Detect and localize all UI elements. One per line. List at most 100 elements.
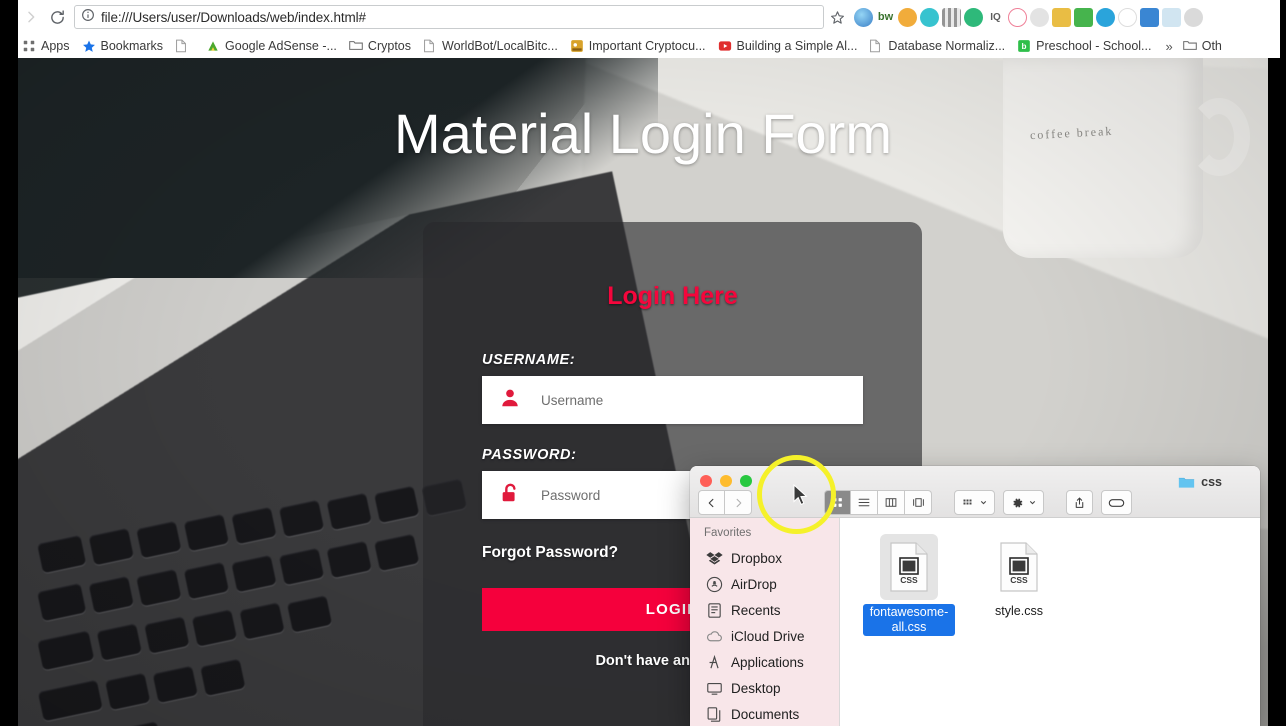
sidebar-item-desktop[interactable]: Desktop	[690, 675, 839, 701]
screen: coffee break	[0, 0, 1286, 726]
sidebar-item-label: Dropbox	[731, 550, 783, 566]
gallery-view-button[interactable]	[905, 490, 932, 515]
column-view-button[interactable]	[878, 490, 905, 515]
sidebar-item-airdrop[interactable]: AirDrop	[690, 571, 839, 597]
css-file-icon[interactable]: CSS	[880, 534, 938, 600]
extension-icon-iq[interactable]: IQ	[986, 7, 1005, 27]
extension-icon-circle-gray[interactable]	[1118, 7, 1137, 27]
file-type-label: CSS	[1010, 575, 1028, 585]
unlock-icon	[499, 482, 521, 509]
extension-icon-blue-block[interactable]	[1096, 7, 1115, 27]
username-label: USERNAME:	[482, 352, 576, 368]
bookmark-label: Bookmarks	[100, 39, 164, 53]
extension-icon-pink-arrow[interactable]	[1008, 7, 1027, 27]
file-name-label: style.css	[995, 604, 1043, 618]
extension-icon-blue-doc[interactable]	[1140, 7, 1159, 27]
file-item[interactable]: CSS fontawesome-all.css	[854, 534, 964, 636]
bookmark-label: Apps	[41, 39, 70, 53]
finder-titlebar[interactable]: css	[690, 466, 1260, 518]
bookmark-label: WorldBot/LocalBitc...	[442, 39, 558, 53]
address-bar[interactable]: file:///Users/user/Downloads/web/index.h…	[74, 5, 824, 29]
file-item[interactable]: CSS style.css	[964, 534, 1074, 636]
bookmark-database-normalization[interactable]: Database Normaliz...	[865, 39, 1013, 53]
page-icon	[869, 39, 883, 53]
bookmark-bookmarks[interactable]: Bookmarks	[78, 39, 172, 53]
username-input[interactable]: Username	[482, 376, 863, 424]
finder-file-area[interactable]: CSS fontawesome-all.css CSS style.css	[840, 518, 1260, 726]
bookmarks-overflow-button[interactable]: »	[1159, 39, 1178, 54]
star-icon	[82, 39, 96, 53]
svg-text:b: b	[1022, 42, 1027, 51]
extension-icon-1[interactable]	[854, 7, 873, 27]
sidebar-item-documents[interactable]: Documents	[690, 701, 839, 726]
reload-button[interactable]	[44, 4, 70, 30]
sidebar-item-label: Documents	[731, 706, 800, 722]
bookmark-label: Building a Simple Al...	[736, 39, 858, 53]
back-button[interactable]	[698, 490, 725, 515]
bookmark-label: Preschool - School...	[1036, 39, 1152, 53]
extension-icon-teal[interactable]	[920, 7, 939, 27]
folder-icon	[349, 39, 363, 53]
file-grid: CSS fontawesome-all.css CSS style.css	[840, 534, 1260, 636]
airdrop-icon	[706, 576, 723, 593]
sidebar-item-icloud-drive[interactable]: iCloud Drive	[690, 623, 839, 649]
sidebar-item-dropbox[interactable]: Dropbox	[690, 545, 839, 571]
apps-icon	[22, 39, 36, 53]
password-placeholder-text: Password	[541, 487, 601, 503]
share-button[interactable]	[1066, 490, 1093, 515]
bookmark-google-adsense[interactable]: Google AdSense -...	[202, 39, 345, 53]
sidebar-item-label: iCloud Drive	[731, 628, 805, 644]
bookmarks-bar: Apps Bookmarks Google AdSense -... Crypt…	[18, 34, 1286, 58]
bookmark-star-icon[interactable]	[826, 5, 848, 29]
bookmark-apps[interactable]: Apps	[18, 39, 78, 53]
window-controls	[700, 475, 752, 487]
icon-view-button[interactable]	[824, 490, 851, 515]
bookmark-building-simple-ai[interactable]: Building a Simple Al...	[714, 39, 866, 53]
bookmark-preschool-school[interactable]: b Preschool - School...	[1013, 39, 1159, 53]
extension-icon-bw[interactable]: bw	[876, 7, 895, 27]
css-file-icon[interactable]: CSS	[990, 534, 1048, 600]
forgot-password-link[interactable]: Forgot Password?	[482, 544, 618, 562]
page-info-icon[interactable]	[81, 8, 95, 27]
applications-icon	[706, 654, 723, 671]
finder-toolbar	[698, 490, 1132, 515]
bookmark-untitled-page[interactable]	[171, 39, 202, 53]
action-button[interactable]	[1003, 490, 1044, 515]
sidebar-item-applications[interactable]: Applications	[690, 649, 839, 675]
sidebar-item-label: Desktop	[731, 680, 781, 696]
bookmark-cryptos-folder[interactable]: Cryptos	[345, 39, 419, 53]
close-button[interactable]	[700, 475, 712, 487]
file-name-label[interactable]: fontawesome-all.css	[863, 604, 955, 636]
finder-window[interactable]: css Favorites Dropbox AirDrop Recents iC…	[690, 466, 1260, 726]
bookmark-label: Important Cryptocu...	[588, 39, 706, 53]
adsense-icon	[206, 39, 220, 53]
extension-icon-lightblue[interactable]	[1162, 7, 1181, 27]
list-view-button[interactable]	[851, 490, 878, 515]
dropbox-icon	[706, 550, 723, 567]
page-icon	[423, 39, 437, 53]
recents-icon	[706, 602, 723, 619]
extension-icon-gray-bars[interactable]	[942, 7, 961, 27]
forward-button[interactable]	[725, 490, 752, 515]
minimize-button[interactable]	[720, 475, 732, 487]
desktop-icon	[706, 680, 723, 697]
bookmark-worldbot[interactable]: WorldBot/LocalBitc...	[419, 39, 566, 53]
extension-icon-dim[interactable]	[1184, 7, 1203, 27]
extension-icon-orange-x[interactable]	[898, 7, 917, 27]
folder-icon	[1182, 39, 1197, 53]
bookmark-important-crypto[interactable]: Important Cryptocu...	[566, 39, 714, 53]
extensions-strip: bw IQ	[854, 7, 1286, 27]
extension-icon-faded[interactable]	[1030, 7, 1049, 27]
bookmark-other-bookmarks[interactable]: Oth	[1179, 39, 1230, 53]
page-title: Material Login Form	[394, 102, 892, 165]
maximize-button[interactable]	[740, 475, 752, 487]
extension-icon-green-grid[interactable]	[1074, 7, 1093, 27]
arrange-button[interactable]	[954, 490, 995, 515]
icloud-icon	[706, 628, 723, 645]
sidebar-item-recents[interactable]: Recents	[690, 597, 839, 623]
forward-button[interactable]	[18, 4, 44, 30]
tags-button[interactable]	[1101, 490, 1132, 515]
extension-icon-green-e[interactable]	[964, 7, 983, 27]
login-heading: Login Here	[607, 282, 738, 310]
extension-icon-yellow-note[interactable]	[1052, 7, 1071, 27]
